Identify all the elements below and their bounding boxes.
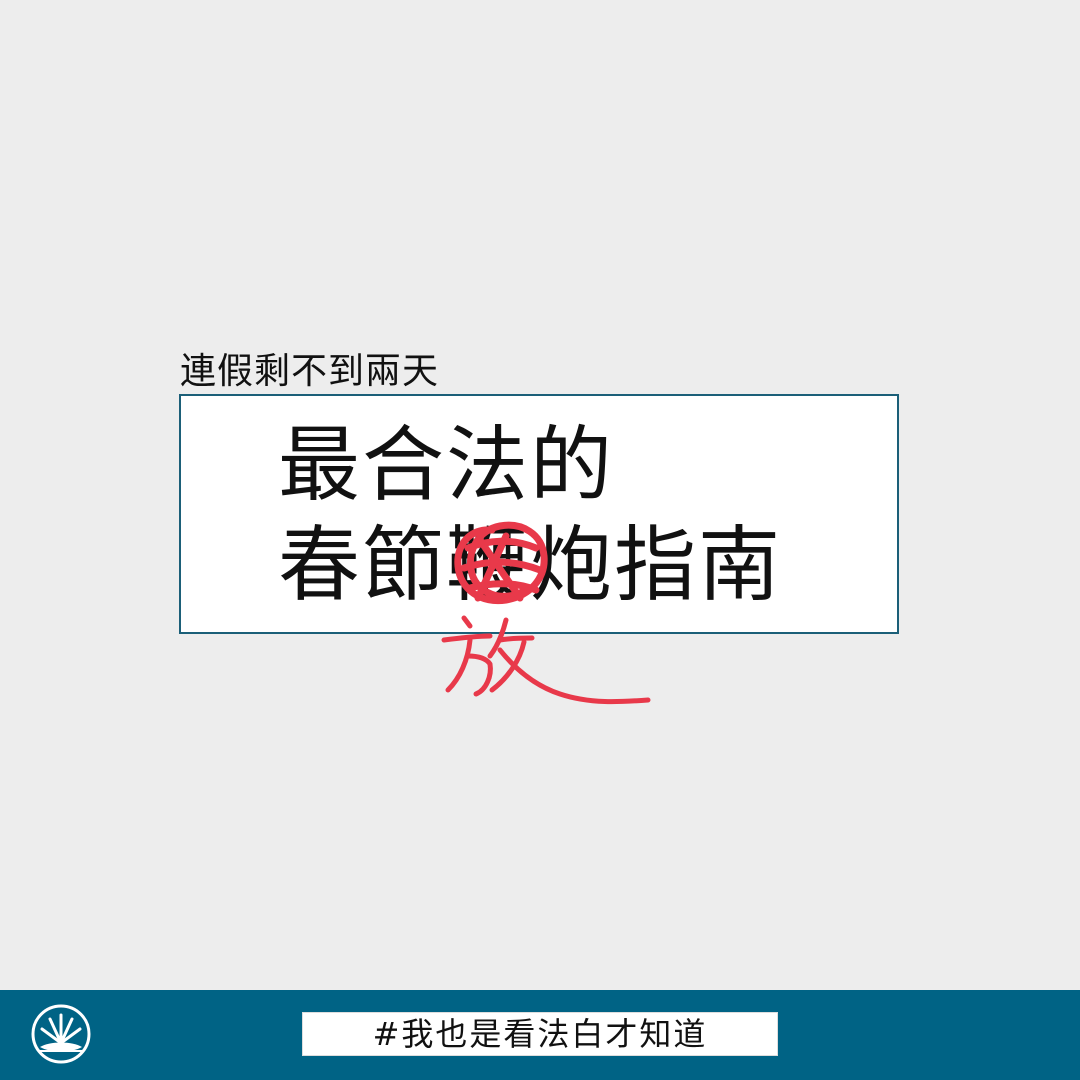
subtitle: 連假剩不到兩天: [180, 351, 440, 392]
scales-fan-logo-icon: [31, 1004, 91, 1064]
title-line-2: 春節鞭炮指南: [278, 518, 783, 613]
title-line-1: 最合法的: [278, 418, 615, 513]
hashtag-text: #我也是看法白才知道: [372, 1015, 708, 1053]
hashtag-box: #我也是看法白才知道: [302, 1012, 778, 1056]
